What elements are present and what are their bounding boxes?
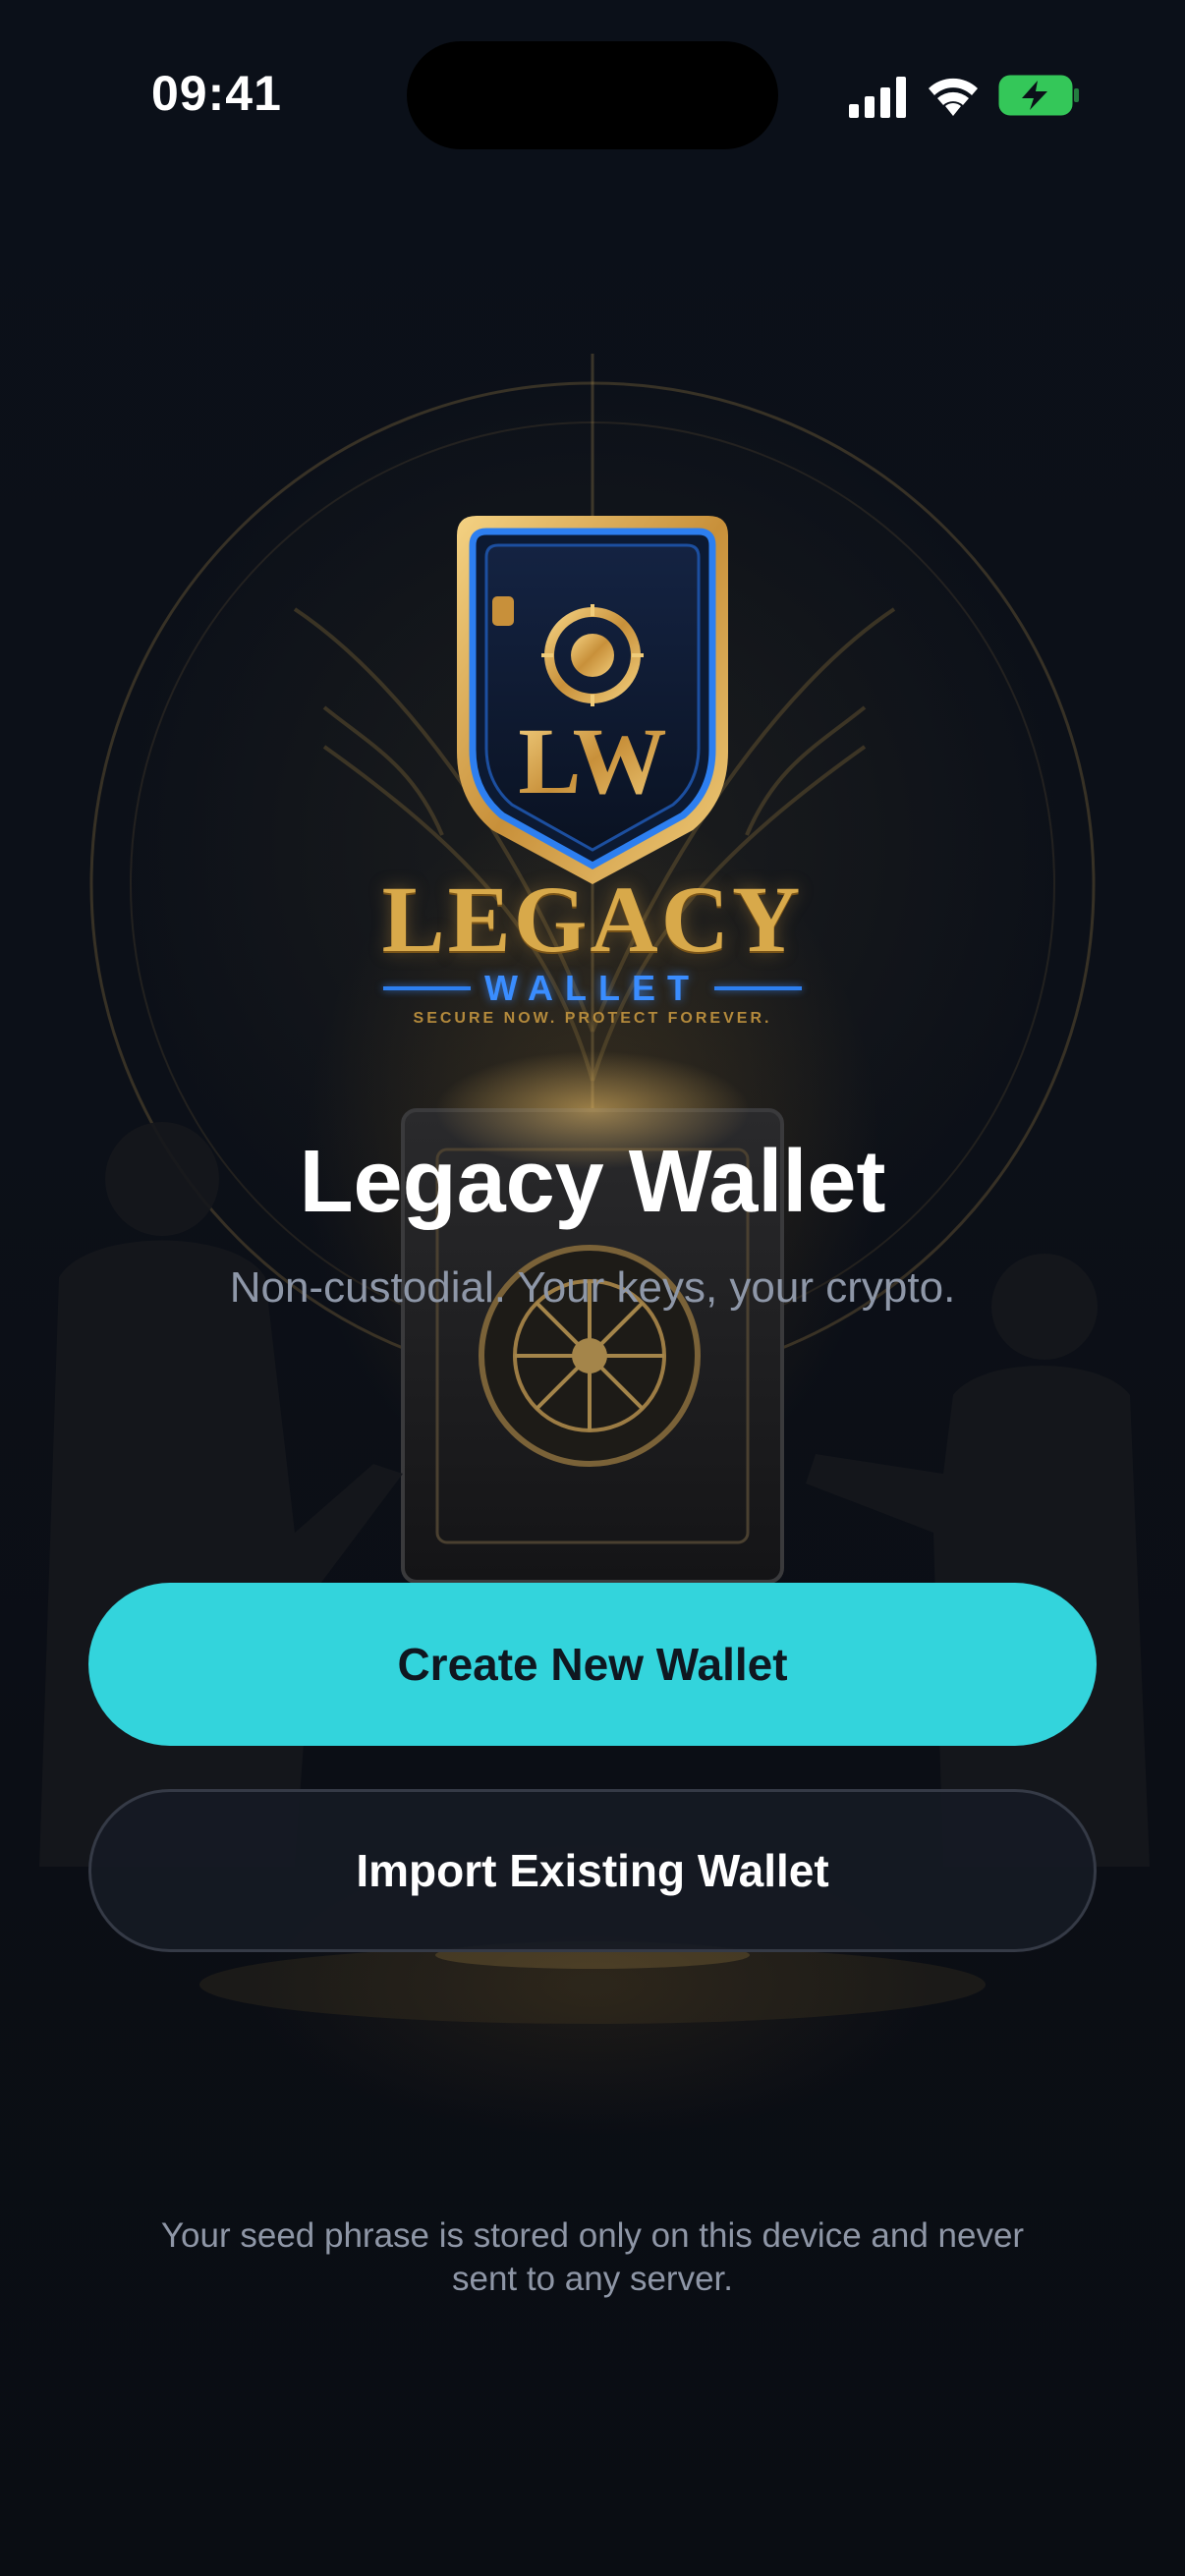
logo-monogram: LW — [518, 708, 666, 813]
status-time: 09:41 — [151, 66, 282, 121]
app-subtitle: Non-custodial. Your keys, your crypto. — [229, 1263, 956, 1312]
cellular-signal-icon — [849, 77, 906, 118]
wifi-icon — [929, 78, 978, 116]
dynamic-island — [407, 41, 778, 149]
welcome-screen: 09:41 LW LEGACY WALLET SECURE NOW. PROTE… — [0, 0, 1185, 2576]
logo-wordmark: LEGACY — [381, 867, 804, 972]
logo-submark-row: WALLET — [383, 967, 803, 1010]
logo-tagline: SECURE NOW. PROTECT FOREVER. — [413, 1010, 772, 1027]
battery-charging-icon — [998, 75, 1079, 116]
security-note: Your seed phrase is stored only on this … — [160, 2216, 1025, 2298]
import-wallet-label: Import Existing Wallet — [356, 1845, 829, 1896]
create-wallet-button[interactable]: Create New Wallet — [88, 1583, 1097, 1746]
app-title: Legacy Wallet — [299, 1133, 886, 1231]
import-wallet-button[interactable]: Import Existing Wallet — [88, 1789, 1097, 1952]
logo-divider — [714, 986, 803, 990]
logo-divider — [383, 986, 472, 990]
logo-submark: WALLET — [484, 968, 701, 1008]
create-wallet-label: Create New Wallet — [397, 1639, 788, 1690]
